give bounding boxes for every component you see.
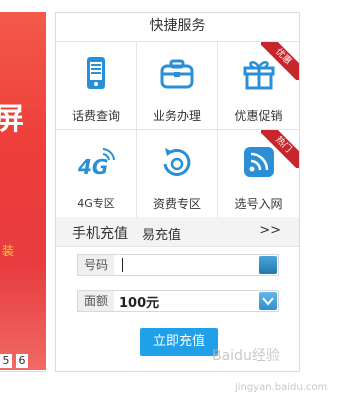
service-grid: 话费查询 业务办理 优惠 优惠促销 4G 4G专区 资费专区 热门 选号入网 — [56, 41, 299, 218]
service-label: 优惠促销 — [234, 109, 283, 123]
service-business[interactable]: 业务办理 — [137, 42, 218, 130]
refresh-icon — [163, 148, 191, 176]
service-promotion[interactable]: 优惠 优惠促销 — [218, 42, 299, 130]
4g-icon: 4G — [77, 148, 115, 179]
banner-pagination: 5 6 — [0, 354, 28, 368]
phone-number-field[interactable]: 号码 — [77, 254, 279, 276]
promo-banner[interactable]: 屏 装 5 6 — [0, 12, 46, 370]
banner-small-text: 装 — [2, 244, 15, 258]
number-label: 号码 — [78, 255, 114, 275]
chevron-down-icon[interactable] — [259, 292, 277, 310]
service-label: 话费查询 — [71, 109, 120, 123]
divider — [0, 371, 46, 372]
contact-book-icon[interactable] — [259, 256, 277, 274]
watermark-url: jingyan.baidu.com — [235, 382, 328, 393]
recharge-tabs: 手机充值 易充值 >> — [56, 217, 299, 247]
tab-mobile-recharge[interactable]: 手机充值 — [72, 223, 128, 243]
service-label: 选号入网 — [234, 197, 283, 211]
banner-page-5[interactable]: 5 — [0, 354, 12, 368]
service-bill-query[interactable]: 话费查询 — [56, 42, 137, 130]
promo-ribbon: 优惠 — [261, 42, 299, 80]
amount-select[interactable]: 面额 100元 — [77, 290, 279, 312]
ribbon-text: 优惠 — [261, 42, 299, 80]
more-link[interactable]: >> — [259, 223, 281, 238]
watermark-brand: Baidu经验 — [212, 348, 280, 364]
banner-big-text: 屏 — [0, 102, 24, 137]
panel-title: 快捷服务 — [149, 18, 206, 34]
text-cursor — [122, 258, 123, 272]
service-label: 业务办理 — [152, 109, 201, 123]
quick-service-panel: 快捷服务 话费查询 业务办理 优惠 优惠促销 4G 4G专区 资费专区 热门 选… — [55, 12, 300, 372]
recharge-submit-button[interactable]: 立即充值 — [140, 328, 218, 356]
service-tariff[interactable]: 资费专区 — [137, 130, 218, 218]
svg-text:4G: 4G — [77, 155, 108, 179]
phone-icon — [87, 57, 105, 89]
service-label: 4G专区 — [77, 197, 115, 210]
briefcase-icon — [160, 59, 194, 89]
tab-easy-recharge[interactable]: 易充值 — [142, 224, 181, 243]
banner-page-6[interactable]: 6 — [16, 354, 28, 368]
ribbon-text: 热门 — [261, 130, 299, 168]
service-4g-zone[interactable]: 4G 4G专区 — [56, 130, 137, 218]
amount-label: 面额 — [78, 291, 114, 311]
hot-ribbon: 热门 — [261, 130, 299, 168]
service-label: 资费专区 — [152, 197, 201, 211]
amount-value: 100元 — [119, 296, 160, 311]
service-number-select[interactable]: 热门 选号入网 — [218, 130, 299, 218]
